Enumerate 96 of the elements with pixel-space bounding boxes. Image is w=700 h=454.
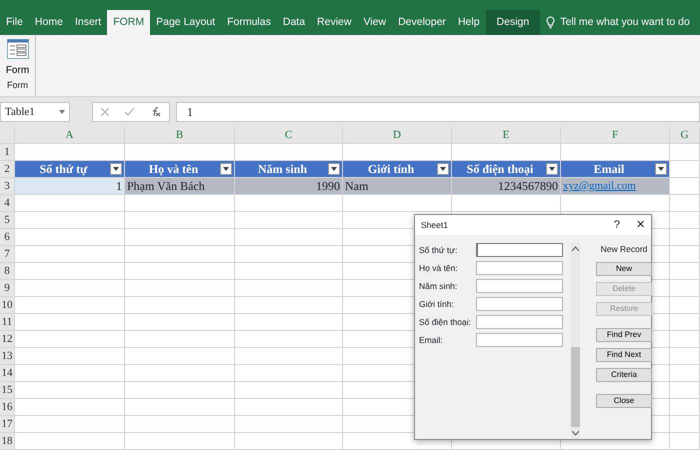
filter-button[interactable] [546,163,558,175]
filter-button[interactable] [110,163,122,175]
table-header-cell: Giới tính [343,161,452,178]
name-box[interactable]: Table1 [0,102,70,122]
column-header[interactable]: C [235,127,343,144]
row-header[interactable]: 6 [0,229,15,246]
dialog-button[interactable]: Close [596,394,652,408]
ribbon-tab[interactable]: FORM [107,10,150,35]
dialog-button[interactable]: New [596,262,652,276]
ribbon-tab[interactable]: Data [276,10,312,35]
dialog-button[interactable]: Criteria [596,368,652,382]
select-all-button[interactable] [0,127,15,144]
lightbulb-icon [546,16,556,29]
ribbon-tab[interactable]: Help [452,10,486,35]
row-header[interactable]: 11 [0,314,15,331]
enter-icon[interactable] [125,108,134,116]
row-header[interactable]: 2 [0,161,15,178]
dropdown-icon [440,167,446,171]
form-icon [6,39,28,59]
scroll-up-icon[interactable] [572,246,579,251]
row-header[interactable]: 16 [0,399,15,416]
dialog-button[interactable]: Find Next [596,348,652,362]
column-header[interactable]: D [343,127,452,144]
ribbon-group-label: Form [7,78,28,92]
input-field[interactable] [476,297,563,311]
field-label: Số thứ tự: [419,244,458,256]
row-header[interactable]: 7 [0,246,15,263]
table-cell: Phạm Văn Bách [125,178,235,195]
dropdown-icon [658,167,664,171]
row-header[interactable]: 1 [0,144,15,161]
row-header[interactable]: 15 [0,382,15,399]
dropdown-icon [223,167,229,171]
ribbon-tab[interactable]: Review [311,10,358,35]
row-header[interactable]: 18 [0,433,15,450]
row-header[interactable]: 10 [0,297,15,314]
help-button[interactable]: ? [614,216,620,234]
field-label: Email: [419,334,444,346]
row-header[interactable]: 5 [0,212,15,229]
row-header[interactable]: 8 [0,263,15,280]
field-label: Giới tính: [419,298,455,310]
column-header[interactable]: G [670,127,700,144]
ribbon-tab[interactable]: Design [486,10,540,35]
cancel-icon[interactable] [101,108,110,116]
input-field[interactable] [476,243,563,257]
input-field[interactable] [476,333,563,347]
filter-button[interactable] [328,163,340,175]
row-header[interactable]: 4 [0,195,15,212]
field-label: Số điện thoại: [419,316,472,328]
dropdown-icon [331,167,337,171]
record-status: New Record [600,243,648,256]
table-header-cell: Số thứ tự [15,161,125,178]
table-header-cell: Họ và tên [125,161,235,178]
formula-input[interactable]: 1 [176,102,700,122]
row-header[interactable]: 3 [0,178,15,195]
row-header[interactable]: 14 [0,365,15,382]
ribbon-tab[interactable]: View [357,10,392,35]
scroll-down-icon[interactable] [572,431,579,436]
dialog-button[interactable]: Find Prev [596,328,652,342]
row-header[interactable]: 9 [0,280,15,297]
form-button[interactable]: Form [6,39,30,78]
filter-button[interactable] [437,163,449,175]
dialog-title: Sheet1 [421,218,449,232]
dropdown-icon [113,167,119,171]
dropdown-icon [549,167,555,171]
table-cell: 1990 [235,178,343,195]
table-header-cell: Số điện thoại [452,161,561,178]
filter-button[interactable] [655,163,667,175]
ribbon-tab[interactable]: Home [28,10,69,35]
table-header-cell: Năm sinh [235,161,343,178]
close-button[interactable]: ✕ [636,216,645,234]
input-field[interactable] [476,315,563,329]
row-header[interactable]: 12 [0,331,15,348]
ribbon-tab[interactable]: Insert [68,10,108,35]
row-header[interactable]: 13 [0,348,15,365]
table-cell: 1234567890 [452,178,561,195]
ribbon-tab[interactable]: Page Layout [150,10,222,35]
tell-me-search[interactable]: Tell me what you want to do [560,14,690,30]
input-field[interactable] [476,279,563,293]
column-header[interactable]: F [561,127,670,144]
ribbon-tab[interactable]: Developer [392,10,452,35]
table-cell: Nam [343,178,452,195]
table-header-cell: Email [561,161,670,178]
scrollbar-thumb[interactable] [571,347,580,427]
input-field[interactable] [476,261,563,275]
filter-button[interactable] [220,163,232,175]
column-header[interactable]: E [452,127,561,144]
table-cell: 1 [15,178,125,195]
insert-function-icon[interactable] [150,107,161,117]
ribbon-tab[interactable]: Formulas [221,10,277,35]
field-label: Năm sinh: [419,280,458,292]
dropdown-icon [59,110,65,114]
row-header[interactable]: 17 [0,416,15,433]
field-label: Họ và tên: [419,262,459,274]
column-header[interactable]: A [15,127,125,144]
file-menu-tab[interactable]: File [0,10,29,35]
column-header[interactable]: B [125,127,235,144]
